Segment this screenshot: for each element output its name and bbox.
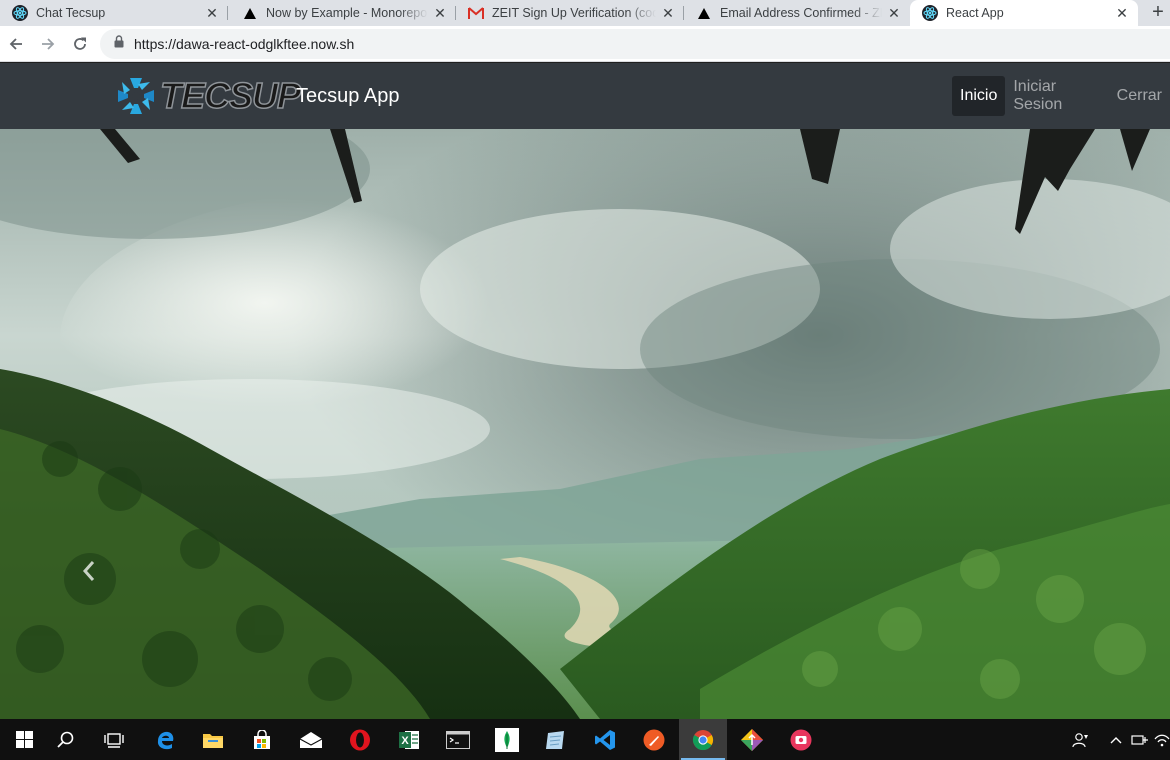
tab-email-confirmed[interactable]: Email Address Confirmed - ZEIT ✕ [684,0,910,26]
reload-icon[interactable] [70,34,90,54]
store-icon[interactable] [238,719,286,760]
zeit-triangle-icon [242,5,258,21]
close-icon[interactable]: ✕ [660,5,676,21]
tecsup-logo: TECSUP [114,74,302,118]
zeit-triangle-icon [696,5,712,21]
navbar-brand[interactable]: TECSUP Tecsup App [114,73,403,119]
forward-arrow-icon[interactable] [38,34,58,54]
nav-link-iniciar-sesion[interactable]: Iniciar Sesion [1005,76,1108,116]
carousel-prev-button[interactable] [82,560,110,600]
hero-landscape-image [0,129,1170,719]
browser-tab-strip: Chat Tecsup ✕ Now by Example - Monorepo … [0,0,1170,26]
address-bar[interactable]: https://dawa-react-odglkftee.now.sh [100,29,1170,59]
nav-link-inicio[interactable]: Inicio [952,76,1006,116]
nav-link-cerrar[interactable]: Cerrar [1109,76,1170,116]
start-icon[interactable] [0,719,48,760]
opera-icon[interactable] [336,719,384,760]
notepad-icon[interactable] [532,719,580,760]
close-icon[interactable]: ✕ [1114,5,1130,21]
react-icon [922,5,938,21]
vscode-icon[interactable] [581,719,629,760]
excel-icon[interactable]: X [385,719,433,760]
tab-now-by-example[interactable]: Now by Example - Monorepo ✕ [230,0,456,26]
chevron-up-icon[interactable] [1106,719,1126,760]
file-explorer-icon[interactable] [189,719,237,760]
wifi-icon[interactable] [1154,719,1170,760]
close-icon[interactable]: ✕ [432,5,448,21]
search-icon[interactable] [42,719,90,760]
tab-title: React App [946,6,1004,20]
screen-recorder-icon[interactable] [777,719,825,760]
tab-title: ZEIT Sign Up Verification (code [492,6,656,20]
tecsup-logo-mark-icon [118,78,154,114]
nav-links: Inicio Iniciar Sesion Cerrar [952,76,1170,116]
react-icon [12,5,28,21]
tab-title: Chat Tecsup [36,6,106,20]
brand-name[interactable]: Tecsup App [296,85,399,108]
close-icon[interactable]: ✕ [886,5,902,21]
gmail-icon [468,5,484,21]
new-tab-plus-icon[interactable]: + [1146,0,1170,26]
app-navbar: TECSUP Tecsup App Inicio Iniciar Sesion … [0,63,1170,129]
tab-react-app[interactable]: React App ✕ [910,0,1138,26]
logo-wordmark: TECSUP [159,74,302,117]
tab-chat-tecsup[interactable]: Chat Tecsup ✕ [0,0,228,26]
task-view-icon[interactable] [90,719,138,760]
hero-carousel [0,129,1170,719]
people-icon[interactable] [1070,719,1092,760]
tab-title: Email Address Confirmed - ZEIT [720,6,882,20]
mail-icon[interactable] [287,719,335,760]
mongodb-compass-icon[interactable] [483,719,531,760]
network-icon[interactable] [1130,719,1150,760]
tab-zeit-signup[interactable]: ZEIT Sign Up Verification (code ✕ [456,0,684,26]
edge-icon[interactable] [141,719,189,760]
windows-taskbar: X [0,719,1170,760]
url-text[interactable]: https://dawa-react-odglkftee.now.sh [134,36,354,52]
close-icon[interactable]: ✕ [204,5,220,21]
postman-icon[interactable] [630,719,678,760]
tab-title: Now by Example - Monorepo [266,6,428,20]
gitkraken-icon[interactable] [728,719,776,760]
chrome-icon[interactable] [679,719,727,760]
chevron-left-icon [82,561,95,581]
back-arrow-icon[interactable] [6,34,26,54]
svg-text:X: X [401,735,409,747]
terminal-icon[interactable] [434,719,482,760]
lock-icon[interactable] [114,35,124,53]
browser-toolbar: https://dawa-react-odglkftee.now.sh [0,26,1170,62]
